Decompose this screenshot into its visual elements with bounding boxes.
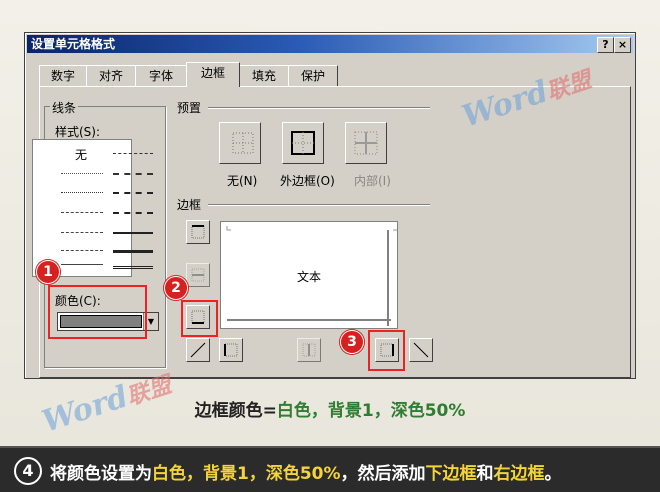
- step-text-color: 白色，背景1，深色50%: [152, 464, 341, 484]
- step-text-part: 和: [476, 464, 494, 484]
- step-text-part: ，然后添加: [340, 464, 426, 484]
- callout-badge-2: 2: [164, 276, 188, 300]
- preset-outline-label: 外边框(O): [280, 174, 335, 188]
- line-style-list[interactable]: 无: [32, 139, 153, 277]
- step-text-part: 将颜色设置为: [50, 464, 152, 484]
- no-border-icon: [232, 132, 254, 154]
- line-style-option[interactable]: [113, 212, 153, 214]
- callout-badge-3: 3: [340, 330, 364, 354]
- step-text: 将颜色设置为白色，背景1，深色50%，然后添加下边框和右边框。: [50, 459, 562, 484]
- step-text-part: 。: [544, 464, 562, 484]
- line-style-option[interactable]: [61, 264, 103, 265]
- right-border-highlight: [368, 330, 405, 371]
- tab-alignment[interactable]: 对齐: [86, 65, 136, 86]
- caption: 边框颜色=白色，背景1，深色50%: [0, 396, 660, 421]
- inside-horizontal-border-icon: [191, 268, 205, 282]
- top-border-icon: [191, 225, 205, 239]
- inside-vertical-border-icon: [302, 343, 316, 357]
- preset-inside-label: 内部(I): [354, 174, 391, 188]
- line-style-none[interactable]: 无: [75, 146, 87, 163]
- style-label: 样式(S):: [55, 125, 101, 139]
- line-style-option[interactable]: [61, 192, 103, 193]
- color-highlight: [48, 285, 147, 339]
- line-style-option[interactable]: [61, 250, 103, 251]
- help-button[interactable]: ?: [597, 37, 614, 53]
- presets-divider: [208, 107, 430, 109]
- border-preview[interactable]: 文本: [220, 221, 398, 329]
- preview-text: 文本: [297, 270, 322, 284]
- left-border-icon: [224, 343, 238, 357]
- dialog-titlebar: 设置单元格格式 ? ×: [27, 35, 633, 53]
- tutorial-canvas: 设置单元格格式 ? × 数字 对齐 字体 边框 填充 保护 线条 样式(S): …: [0, 0, 660, 492]
- step-text-bottom-border: 下边框: [425, 464, 477, 484]
- line-style-option[interactable]: [113, 232, 153, 234]
- border-left-button[interactable]: [219, 338, 243, 362]
- preset-none-button[interactable]: [219, 122, 261, 164]
- outline-border-icon: [291, 131, 315, 155]
- border-inside-horizontal-button[interactable]: [186, 263, 210, 287]
- line-style-option[interactable]: [61, 173, 103, 174]
- line-style-option[interactable]: [113, 173, 153, 175]
- preset-none-label: 无(N): [227, 174, 258, 188]
- caption-highlight: 白色，背景1，深色50%: [276, 401, 466, 421]
- diagonal-up-border-icon: [190, 342, 206, 358]
- line-style-option[interactable]: [113, 192, 153, 194]
- step-text-right-border: 右边框: [493, 464, 545, 484]
- border-title: 边框: [177, 198, 202, 212]
- diagonal-down-border-icon: [413, 342, 429, 358]
- tab-number[interactable]: 数字: [39, 65, 87, 86]
- tab-fill[interactable]: 填充: [239, 65, 289, 86]
- step-footer: 4 将颜色设置为白色，背景1，深色50%，然后添加下边框和右边框。: [0, 446, 660, 492]
- border-diagonal-up-button[interactable]: [186, 338, 210, 362]
- border-top-button[interactable]: [186, 220, 210, 244]
- preset-inside-button[interactable]: [345, 122, 387, 164]
- close-button[interactable]: ×: [614, 37, 631, 53]
- dialog-title: 设置单元格格式: [31, 37, 116, 51]
- line-style-option[interactable]: [113, 153, 153, 154]
- tab-font[interactable]: 字体: [135, 65, 187, 86]
- presets-title: 预置: [177, 101, 202, 115]
- line-group-title: 线条: [50, 99, 79, 116]
- line-style-option[interactable]: [113, 266, 153, 269]
- bottom-border-highlight: [181, 300, 218, 337]
- step-number: 4: [14, 457, 42, 485]
- preset-outline-button[interactable]: [282, 122, 324, 164]
- callout-badge-1: 1: [36, 260, 60, 284]
- tab-border[interactable]: 边框: [186, 62, 240, 87]
- line-style-option[interactable]: [61, 212, 103, 213]
- caption-prefix: 边框颜色=: [194, 401, 277, 421]
- line-style-option[interactable]: [61, 232, 103, 233]
- tab-protection[interactable]: 保护: [288, 65, 338, 86]
- line-style-option[interactable]: [113, 250, 153, 253]
- inside-border-icon: [354, 131, 378, 155]
- border-divider: [208, 204, 430, 206]
- border-inside-vertical-button[interactable]: [297, 338, 321, 362]
- border-diagonal-down-button[interactable]: [409, 338, 433, 362]
